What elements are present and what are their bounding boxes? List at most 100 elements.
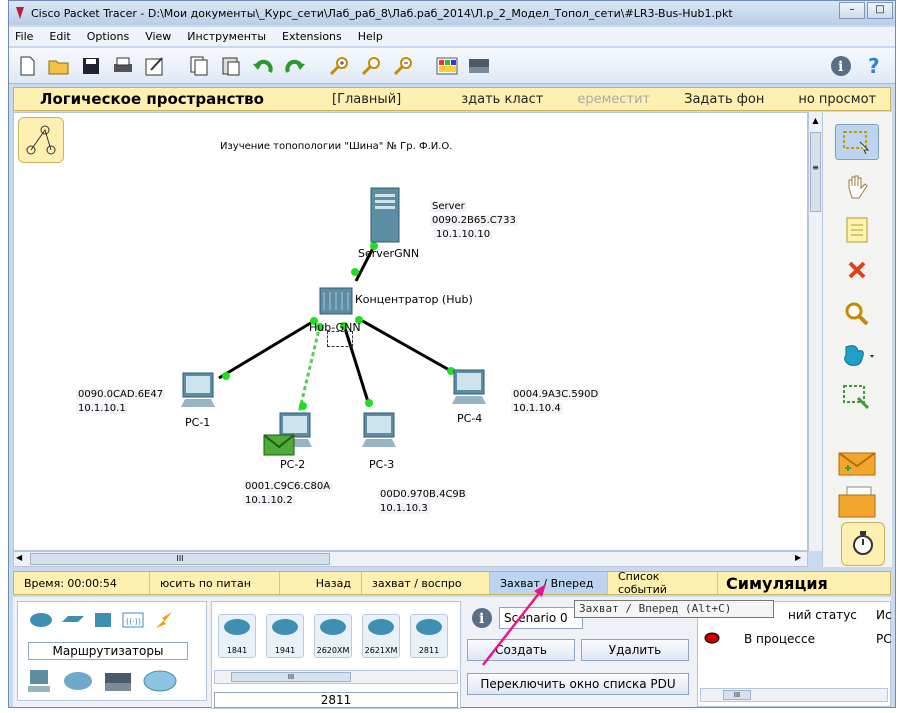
connections-category-icon[interactable] [152,610,176,630]
scroll-right-icon[interactable]: ▶ [795,553,805,565]
menu-edit[interactable]: Edit [49,30,70,43]
wireless-category-icon[interactable]: ((·)) [120,610,146,630]
vertical-scroll-thumb[interactable]: ≡ [810,132,821,212]
menu-tools[interactable]: Инструменты [187,30,266,43]
redo-icon[interactable] [283,54,307,78]
custom-device-icon[interactable] [467,54,491,78]
add-simple-pdu-icon[interactable] [835,446,879,482]
canvas-vertical-scrollbar[interactable]: ▲ ≡ [808,112,822,551]
menu-options[interactable]: Options [87,30,129,43]
hub-device[interactable] [316,282,356,322]
menu-help[interactable]: Help [358,30,383,43]
pc2-name-label: PC-2 [280,458,306,471]
draw-shape-icon[interactable] [835,338,879,374]
menu-file[interactable]: File [15,30,33,43]
workspace-title[interactable]: Логическое пространство [14,90,314,108]
undo-icon[interactable] [251,54,275,78]
add-complex-pdu-icon[interactable] [835,484,879,520]
routers-category-icon[interactable] [28,610,54,630]
device-category-label: Маршрутизаторы [28,642,188,660]
capture-forward-button[interactable]: Захват / Вперед [490,572,608,594]
model-label: 2811 [418,646,440,655]
new-cluster-button[interactable]: здать класт [451,92,553,107]
palette-icon[interactable] [435,54,459,78]
copy-icon[interactable] [187,54,211,78]
back-button[interactable]: Назад [280,572,362,594]
open-folder-icon[interactable] [47,54,71,78]
canvas-horizontal-scrollbar[interactable]: ◀ III ▶ [13,551,808,567]
model-2811[interactable]: 2811 [410,614,448,658]
pdu-envelope-icon[interactable] [263,434,295,460]
minimize-button[interactable]: – [839,2,865,19]
pdu-row[interactable]: В процессе PC [700,630,892,648]
auto-capture-play-button[interactable]: захват / воспро [362,572,490,594]
move-object-button[interactable]: ереместит [567,92,660,107]
logical-workspace-canvas[interactable]: Изучение топопологии "Шина" № Гр. Ф.И.О.… [13,112,808,551]
model-1841[interactable]: 1841 [218,614,256,658]
simulation-mode-toggle[interactable] [841,522,885,566]
simulation-status-bar: Время: 00:00:54 юсить по питан Назад зах… [13,570,891,596]
power-cycle-button[interactable]: юсить по питан [150,572,280,594]
workspace-root-button[interactable]: [Главный] [314,92,411,107]
inspect-magnifier-icon[interactable] [835,296,879,332]
paste-icon[interactable] [219,54,243,78]
event-list-button[interactable]: Список событий [608,570,718,596]
print-icon[interactable] [111,54,135,78]
switches-category-icon[interactable] [60,610,86,630]
zoom-in-icon[interactable] [327,54,351,78]
simulation-time: Время: 00:00:54 [14,572,150,594]
pc-icon [452,369,486,404]
place-note-icon[interactable] [835,212,879,248]
menu-view[interactable]: View [145,30,171,43]
horizontal-scroll-thumb[interactable]: III [30,553,330,565]
pdu-table-scrollbar[interactable]: III [700,688,888,702]
pc3-device[interactable] [358,411,400,453]
model-1941[interactable]: 1941 [266,614,304,658]
pc3-ip-label: 10.1.10.3 [378,503,430,514]
hubs-category-icon[interactable] [92,610,114,630]
toggle-pdu-list-button[interactable]: Переключить окно списка PDU [467,673,689,695]
help-icon[interactable]: ? [863,54,887,78]
models-horizontal-scrollbar[interactable]: III [214,670,458,684]
viewport-button[interactable]: но просмот [788,92,886,107]
capture-forward-tooltip: Захват / Вперед (Alt+C) [574,600,774,618]
multiuser-cloud-category-icon[interactable] [142,668,178,694]
server-type-label: Server [430,201,467,212]
server-device[interactable] [369,186,403,250]
pdu-status-header: ний статус [788,608,857,622]
device-models-panel: 1841 1941 2620XM 2621XM 2811 III 2811 [211,601,461,709]
packet-tracer-app-icon [13,6,27,20]
scenario-select[interactable]: Scenario 0 [499,607,583,629]
pc4-device[interactable] [448,368,490,410]
pdu-scroll-thumb[interactable]: III [723,690,751,700]
zoom-out-icon[interactable] [391,54,415,78]
end-devices-category-icon[interactable] [26,668,54,694]
delete-scenario-button[interactable]: Удалить [581,639,689,661]
move-layout-hand-icon[interactable] [835,168,879,204]
new-file-icon[interactable] [15,54,39,78]
simulation-mode-label[interactable]: Симуляция [718,574,828,593]
model-2621xm[interactable]: 2621XM [362,614,400,658]
scenario-info-icon[interactable]: i [471,607,493,633]
menu-extensions[interactable]: Extensions [282,30,342,43]
set-background-button[interactable]: Задать фон [674,92,774,107]
model-2620xm[interactable]: 2620XM [314,614,352,658]
models-scroll-thumb[interactable]: III [231,672,351,682]
select-tool-icon[interactable] [835,124,879,160]
resize-shape-icon[interactable] [835,380,879,416]
zoom-reset-icon[interactable] [359,54,383,78]
info-icon[interactable]: i [829,54,853,78]
create-scenario-button[interactable]: Создать [467,639,575,661]
save-icon[interactable] [79,54,103,78]
scroll-up-icon[interactable]: ▲ [810,116,821,126]
delete-icon[interactable] [835,252,879,288]
activity-wizard-icon[interactable] [143,54,167,78]
pc1-device[interactable] [177,371,219,413]
maximize-button[interactable]: □ [867,2,893,19]
pdu-source-cell: PC [876,632,892,646]
custom-devices-category-icon[interactable] [102,668,134,694]
wan-emulation-category-icon[interactable] [62,668,94,694]
pdu-color-marker-icon [704,632,720,644]
common-tools-bar [822,112,892,567]
scroll-left-icon[interactable]: ◀ [16,553,26,565]
